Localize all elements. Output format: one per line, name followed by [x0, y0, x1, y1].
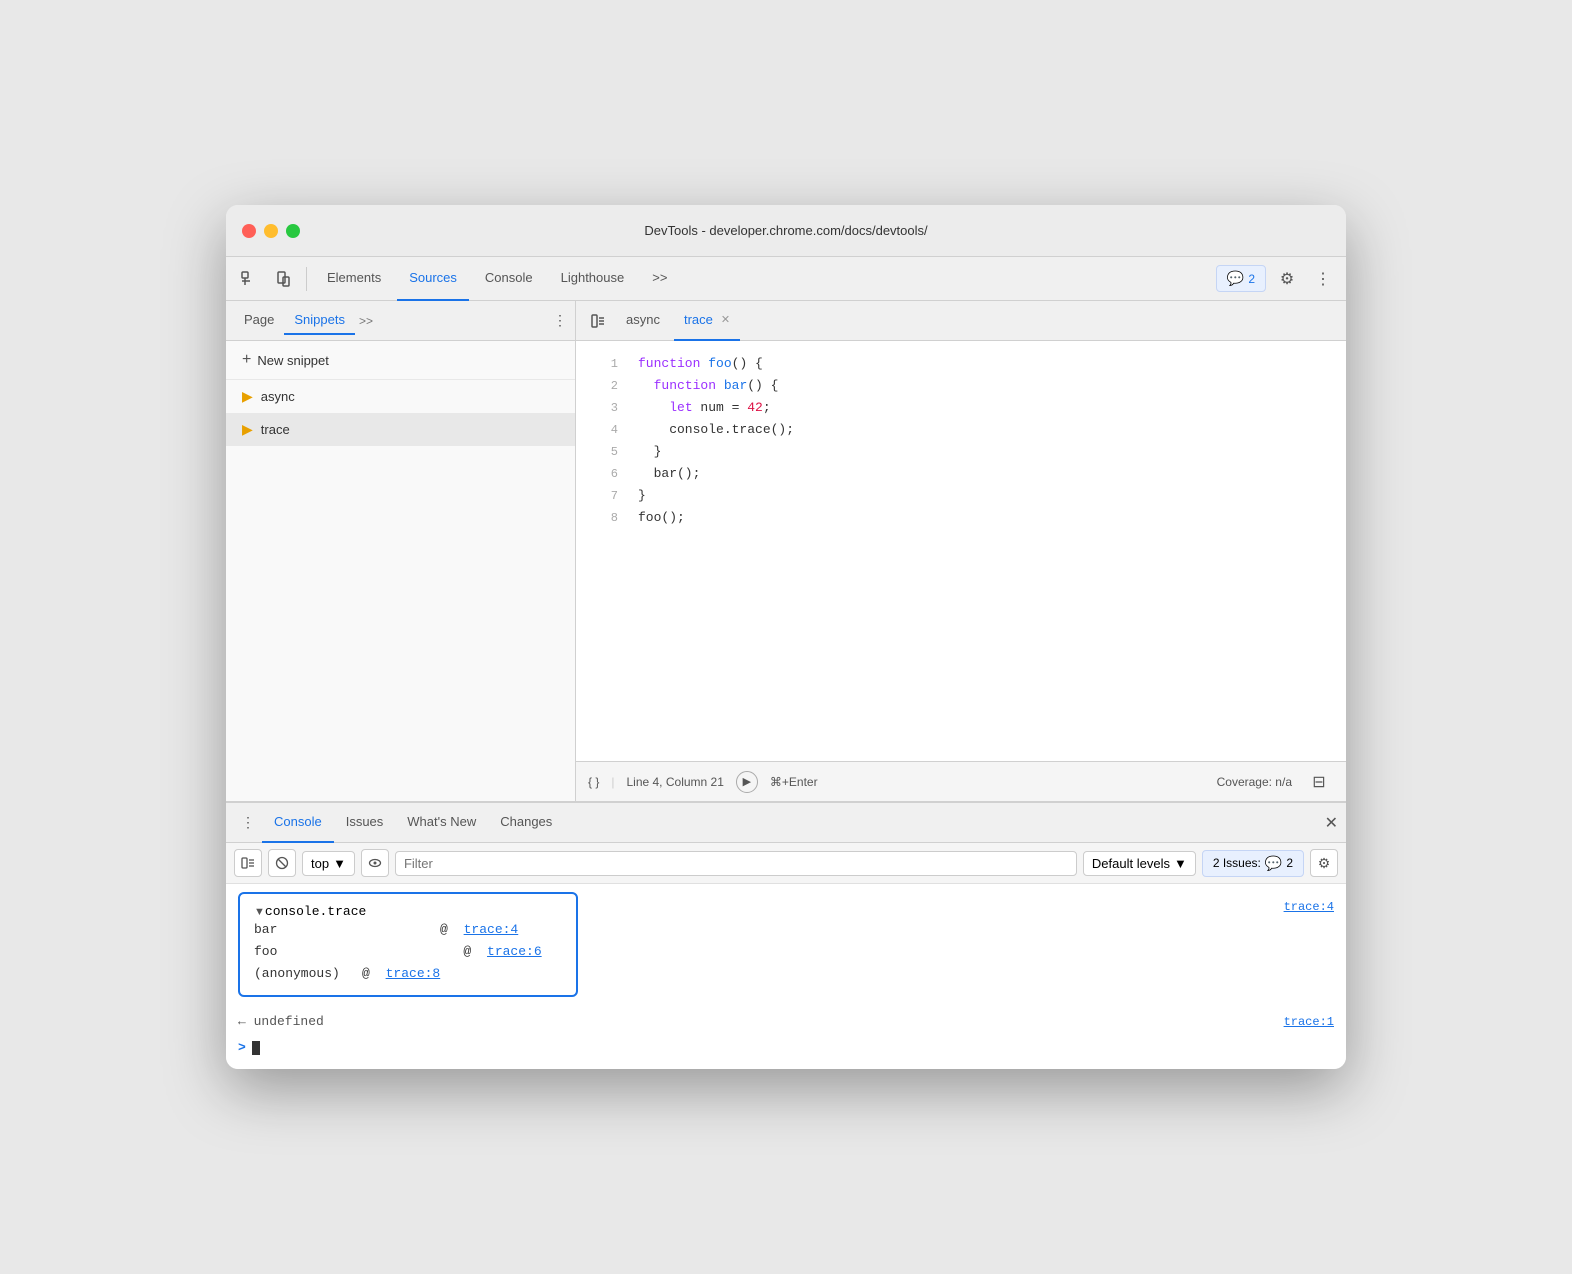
inspect-element-button[interactable]	[234, 264, 264, 294]
code-line-6: 6 bar();	[576, 463, 1346, 485]
snippet-item-async[interactable]: ▶ async	[226, 380, 575, 413]
editor-tabs: async trace ✕	[576, 301, 1346, 341]
close-button[interactable]	[242, 224, 256, 238]
run-shortcut: ⌘+Enter	[770, 775, 818, 789]
code-line-1: 1 function foo() {	[576, 353, 1346, 375]
new-snippet-button[interactable]: + New snippet	[226, 341, 575, 380]
clear-console-button[interactable]	[268, 849, 296, 877]
sidebar-menu-button[interactable]: ⋮	[553, 312, 567, 329]
console-tabs: ⋮ Console Issues What's New Changes ✕	[226, 803, 1346, 843]
sidebar: Page Snippets >> ⋮ + New snippet ▶ async…	[226, 301, 576, 801]
code-line-2: 2 function bar() {	[576, 375, 1346, 397]
console-toolbar: top ▼ Default levels ▼ 2 Issues: 💬 2 ⚙	[226, 843, 1346, 884]
levels-dropdown-icon: ▼	[1174, 856, 1187, 871]
console-tab-whatsnew[interactable]: What's New	[395, 803, 488, 843]
more-menu-button[interactable]: ⋮	[1308, 264, 1338, 294]
tab-sources[interactable]: Sources	[397, 257, 469, 301]
tab-console[interactable]: Console	[473, 257, 545, 301]
cursor-position: Line 4, Column 21	[626, 775, 723, 789]
tab-elements[interactable]: Elements	[315, 257, 393, 301]
device-toolbar-button[interactable]	[268, 264, 298, 294]
traffic-lights	[242, 224, 300, 238]
toolbar-right: 💬 2 ⚙ ⋮	[1216, 264, 1338, 294]
snippet-icon-trace: ▶	[242, 421, 253, 438]
main-content: Page Snippets >> ⋮ + New snippet ▶ async…	[226, 301, 1346, 801]
code-line-3: 3 let num = 42;	[576, 397, 1346, 419]
log-levels-button[interactable]: Default levels ▼	[1083, 851, 1196, 876]
drawer-button[interactable]: ⊟	[1304, 767, 1334, 797]
editor-tab-trace[interactable]: trace ✕	[674, 301, 740, 341]
trace-link-anonymous[interactable]: trace:8	[386, 963, 441, 985]
dropdown-arrow-icon: ▼	[333, 856, 346, 871]
settings-button[interactable]: ⚙	[1272, 264, 1302, 294]
trace-header: ▼ console.trace	[254, 904, 562, 919]
format-button[interactable]: { }	[588, 775, 599, 789]
code-line-7: 7 }	[576, 485, 1346, 507]
console-tab-issues[interactable]: Issues	[334, 803, 396, 843]
console-tab-changes[interactable]: Changes	[488, 803, 564, 843]
tab-more[interactable]: >>	[640, 257, 679, 301]
plus-icon: +	[242, 351, 251, 369]
snippet-item-trace[interactable]: ▶ trace	[226, 413, 575, 446]
sidebar-tabs: Page Snippets >> ⋮	[226, 301, 575, 341]
filter-input[interactable]	[395, 851, 1077, 876]
sidebar-tab-page[interactable]: Page	[234, 306, 284, 335]
trace-group: ▼ console.trace bar @ trace:4 foo @ trac…	[238, 892, 578, 997]
status-right: Coverage: n/a ⊟	[1217, 767, 1334, 797]
minimize-button[interactable]	[264, 224, 278, 238]
console-menu-button[interactable]: ⋮	[234, 809, 262, 837]
trace-link-bar[interactable]: trace:4	[464, 919, 519, 941]
console-settings-button[interactable]: ⚙	[1310, 849, 1338, 877]
console-tab-console[interactable]: Console	[262, 803, 334, 843]
console-prompt: >	[238, 1037, 246, 1059]
console-input-row[interactable]: >	[238, 1035, 1334, 1061]
code-line-8: 8 foo();	[576, 507, 1346, 529]
devtools-window: DevTools - developer.chrome.com/docs/dev…	[226, 205, 1346, 1069]
trace-file-ref[interactable]: trace:4	[1284, 892, 1334, 914]
editor-tab-async[interactable]: async	[616, 301, 670, 341]
context-selector[interactable]: top ▼	[302, 851, 355, 876]
issues-badge-button[interactable]: 💬 2	[1216, 265, 1266, 292]
devtools-toolbar: Elements Sources Console Lighthouse >> 💬…	[226, 257, 1346, 301]
sidebar-more-button[interactable]: >>	[359, 314, 373, 328]
issues-count-badge[interactable]: 2 Issues: 💬 2	[1202, 850, 1304, 877]
console-section: ⋮ Console Issues What's New Changes ✕	[226, 801, 1346, 1069]
trace-row-bar: bar @ trace:4	[254, 919, 562, 941]
code-line-4: 4 console.trace();	[576, 419, 1346, 441]
code-editor[interactable]: 1 function foo() { 2 function bar() { 3 …	[576, 341, 1346, 761]
window-title: DevTools - developer.chrome.com/docs/dev…	[644, 223, 927, 238]
console-output-undefined: ← undefined trace:1	[238, 1009, 1334, 1035]
run-button[interactable]: ▶	[736, 771, 758, 793]
maximize-button[interactable]	[286, 224, 300, 238]
tab-lighthouse[interactable]: Lighthouse	[549, 257, 637, 301]
coverage-label: Coverage: n/a	[1217, 775, 1292, 789]
title-bar: DevTools - developer.chrome.com/docs/dev…	[226, 205, 1346, 257]
console-close-button[interactable]: ✕	[1325, 813, 1338, 833]
console-cursor	[252, 1041, 260, 1055]
editor-area: async trace ✕ 1 function foo() { 2 funct…	[576, 301, 1346, 801]
undefined-ref-link[interactable]: trace:1	[1284, 1011, 1334, 1033]
navigator-toggle-button[interactable]	[584, 307, 612, 335]
trace-link-foo[interactable]: trace:6	[487, 941, 542, 963]
editor-tab-close-button[interactable]: ✕	[721, 313, 730, 326]
sidebar-toggle-button[interactable]	[234, 849, 262, 877]
live-expressions-button[interactable]	[361, 849, 389, 877]
code-line-5: 5 }	[576, 441, 1346, 463]
snippet-icon-async: ▶	[242, 388, 253, 405]
trace-expand-icon[interactable]: ▼	[254, 906, 265, 918]
trace-row-anonymous: (anonymous) @ trace:8	[254, 963, 562, 985]
toolbar-divider	[306, 267, 307, 291]
trace-row-foo: foo @ trace:6	[254, 941, 562, 963]
console-content: ▼ console.trace bar @ trace:4 foo @ trac…	[226, 884, 1346, 1069]
editor-status-bar: { } | Line 4, Column 21 ▶ ⌘+Enter Covera…	[576, 761, 1346, 801]
sidebar-tab-snippets[interactable]: Snippets	[284, 306, 355, 335]
